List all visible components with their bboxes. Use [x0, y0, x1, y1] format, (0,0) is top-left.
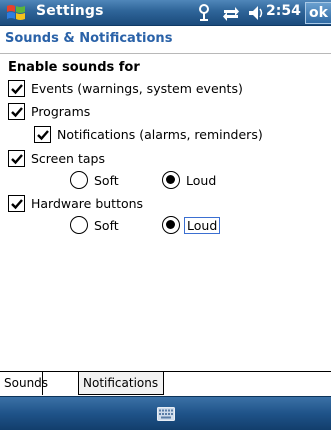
section-heading: Enable sounds for — [8, 60, 140, 75]
screen-taps-checkbox[interactable] — [8, 149, 25, 167]
hardware-buttons-loud-option[interactable]: Loud — [162, 214, 221, 236]
programs-option[interactable]: Programs — [8, 101, 90, 121]
clock[interactable]: 2:54 — [266, 3, 301, 19]
hardware-buttons-option[interactable]: Hardware buttons — [8, 193, 143, 213]
screen-taps-loud-option[interactable]: Loud — [162, 169, 216, 191]
screen-taps-loud-radio[interactable] — [162, 171, 180, 189]
windows-start-icon[interactable] — [5, 2, 27, 23]
events-label: Events (warnings, system events) — [31, 80, 243, 96]
page-header: Sounds & Notifications — [0, 26, 331, 54]
check-icon — [37, 129, 49, 140]
notifications-label: Notifications (alarms, reminders) — [57, 126, 263, 142]
check-icon — [11, 83, 23, 94]
volume-icon[interactable] — [248, 4, 264, 22]
screen-taps-label: Screen taps — [31, 150, 105, 166]
screen-taps-soft-radio[interactable] — [70, 171, 88, 189]
tab-strip-divider — [0, 371, 331, 372]
page-title: Sounds & Notifications — [5, 31, 173, 46]
hardware-buttons-checkbox[interactable] — [8, 194, 25, 212]
notifications-option[interactable]: Notifications (alarms, reminders) — [34, 124, 263, 144]
hardware-buttons-loud-radio[interactable] — [162, 216, 180, 234]
screen-taps-loud-label: Loud — [186, 172, 217, 188]
menu-bar — [0, 396, 331, 430]
sync-icon[interactable] — [222, 4, 240, 22]
check-icon — [11, 106, 23, 117]
programs-label: Programs — [31, 103, 91, 119]
screen-taps-soft-label: Soft — [94, 172, 119, 188]
programs-checkbox[interactable] — [8, 102, 25, 120]
events-checkbox[interactable] — [8, 79, 25, 97]
keyboard-icon[interactable] — [157, 407, 175, 421]
hardware-buttons-soft-label: Soft — [94, 217, 119, 233]
connectivity-icon[interactable] — [196, 4, 212, 22]
ok-button[interactable]: ok — [305, 2, 331, 24]
screen-taps-option[interactable]: Screen taps — [8, 148, 105, 168]
app-title: Settings — [36, 3, 104, 19]
tab-notifications[interactable]: Notifications — [78, 372, 164, 395]
hardware-buttons-soft-option[interactable]: Soft — [70, 214, 119, 236]
tab-sounds[interactable]: Sounds — [0, 372, 48, 395]
hardware-buttons-soft-radio[interactable] — [70, 216, 88, 234]
hardware-buttons-label: Hardware buttons — [31, 195, 144, 211]
notifications-checkbox[interactable] — [34, 125, 51, 143]
title-bar: Settings 2:54 ok — [0, 0, 331, 26]
hardware-buttons-loud-label: Loud — [184, 216, 221, 234]
check-icon — [11, 153, 23, 164]
check-icon — [11, 198, 23, 209]
events-option[interactable]: Events (warnings, system events) — [8, 78, 243, 98]
screen-taps-soft-option[interactable]: Soft — [70, 169, 119, 191]
